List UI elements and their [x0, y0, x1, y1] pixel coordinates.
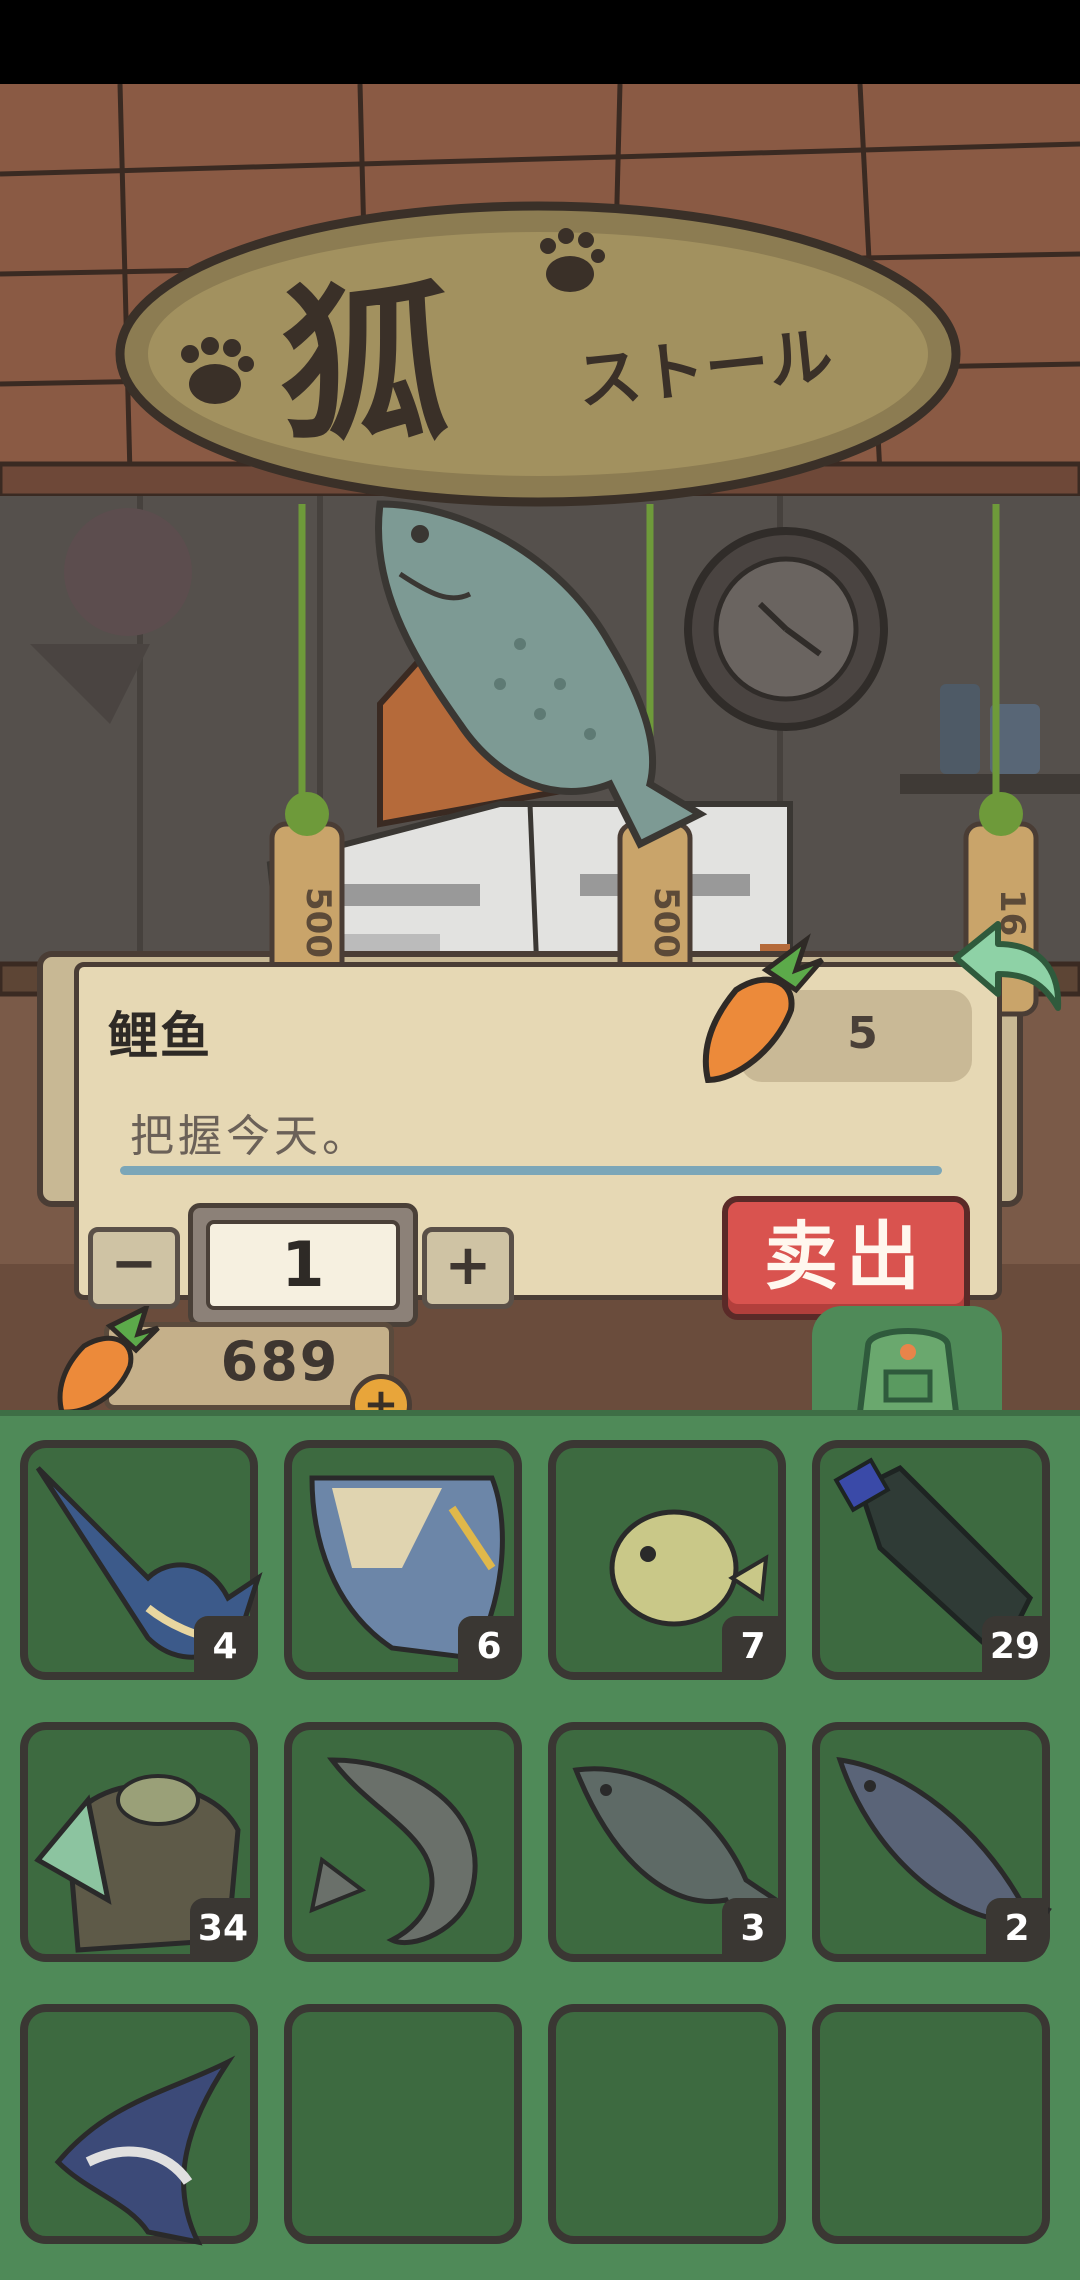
increase-quantity-button[interactable]: +: [422, 1227, 514, 1309]
sign-title: 狐: [280, 267, 450, 465]
sell-button[interactable]: 卖出: [722, 1196, 970, 1320]
inventory-slot-4[interactable]: 29: [812, 1440, 1050, 1680]
status-bar: [0, 0, 1080, 84]
inventory-slot-9[interactable]: [20, 2004, 258, 2246]
item-count-badge: 4: [194, 1616, 256, 1678]
item-price: 5: [847, 1008, 878, 1059]
item-name: 鲤鱼: [108, 1007, 212, 1065]
price-tag-1: 500: [298, 887, 338, 958]
inventory-slot-8[interactable]: 2: [812, 1722, 1052, 1962]
decrease-quantity-button[interactable]: −: [88, 1227, 180, 1309]
item-count-badge: 6: [458, 1616, 520, 1678]
item-count-badge: 34: [189, 1898, 256, 1960]
currency-carrot-icon: [57, 1306, 160, 1415]
inventory-slot-6[interactable]: [284, 1722, 522, 1962]
description-underline: [120, 1166, 942, 1175]
price-tag-2: 500: [646, 887, 686, 958]
inventory-slot-1[interactable]: 4: [20, 1440, 263, 1680]
inventory-slot-11-empty[interactable]: [548, 2004, 786, 2244]
inventory-slot-12-empty[interactable]: [812, 2004, 1050, 2244]
sturgeon-icon: [309, 1757, 478, 1946]
inventory-slot-2[interactable]: 6: [284, 1440, 522, 1680]
item-count-badge: 3: [722, 1898, 784, 1960]
back-arrow-icon[interactable]: [948, 918, 1066, 1014]
flying-fish-icon: [54, 2055, 236, 2246]
inventory-slot-5[interactable]: 34: [20, 1722, 258, 1962]
item-count-badge: 7: [722, 1616, 784, 1678]
item-count-badge: 29: [981, 1616, 1048, 1678]
item-description: 把握今天。: [130, 1111, 370, 1162]
inventory-slot-10-empty[interactable]: [284, 2004, 522, 2244]
wallet-amount: 689: [220, 1330, 340, 1393]
quantity-field[interactable]: 1: [206, 1220, 400, 1310]
item-count-badge: 2: [986, 1898, 1048, 1960]
inventory-slot-7[interactable]: 3: [548, 1722, 786, 1962]
inventory-slot-3[interactable]: 7: [548, 1440, 786, 1680]
